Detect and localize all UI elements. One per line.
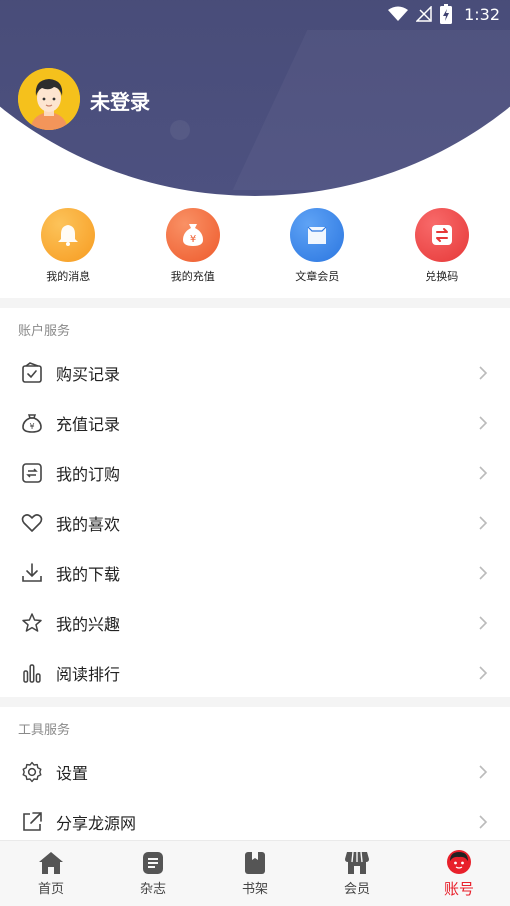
subscription-icon [20,461,44,485]
chevron-right-icon [479,666,488,680]
quick-messages-circle [41,208,96,262]
avatar-icon [18,68,80,130]
tab-magazine[interactable]: 杂志 [102,851,204,897]
tab-label: 书架 [241,881,268,897]
menu-settings[interactable]: 设置 [0,747,510,797]
quick-article-member[interactable]: 文章会员 [262,208,372,288]
status-bar: 1:32 [0,0,510,28]
tab-bookshelf[interactable]: 书架 [204,851,306,897]
section-title-tools: 工具服务 [18,723,71,738]
menu-recharge-record[interactable]: ¥ 充值记录 [0,398,510,448]
bell-icon [58,225,79,246]
menu-interests[interactable]: 我的兴趣 [0,598,510,648]
quick-label: 兑换码 [425,270,459,283]
share-icon [20,810,44,834]
menu-purchase-record[interactable]: 购买记录 [0,348,510,398]
quick-recharge-circle: ¥ [165,208,220,262]
status-time: 1:32 [464,4,500,24]
quick-label: 我的充值 [170,270,215,283]
menu-subscription[interactable]: 我的订购 [0,448,510,498]
menu-label: 购买记录 [56,365,121,384]
quick-redeem-code-circle [414,208,469,262]
heart-icon [20,511,44,535]
menu-label: 我的喜欢 [56,515,121,534]
quick-article-member-circle [290,208,345,262]
chevron-right-icon [479,616,488,630]
signal-icon [416,6,432,22]
recharge-record-icon: ¥ [20,411,44,435]
quick-actions: 我的消息 ¥ 我的充值 文章会员 兑换码 [0,208,510,288]
svg-text:¥: ¥ [29,422,34,431]
account-icon [447,849,471,874]
tab-home[interactable]: 首页 [0,851,102,897]
star-icon [20,611,44,635]
chevron-right-icon [479,765,488,779]
menu-label: 分享龙源网 [56,814,137,833]
exchange-icon [431,225,452,245]
menu-label: 阅读排行 [56,665,121,684]
chevron-right-icon [479,366,488,380]
chevron-right-icon [479,566,488,580]
tab-member[interactable]: 会员 [306,851,408,897]
svg-text:¥: ¥ [190,234,196,245]
avatar[interactable] [18,68,80,130]
purchase-record-icon [20,361,44,385]
quick-recharge[interactable]: ¥ 我的充值 [138,208,248,288]
section-title-account: 账户服务 [18,324,71,339]
download-icon [20,561,44,585]
quick-messages[interactable]: 我的消息 [13,208,123,288]
battery-icon [440,4,453,24]
menu-downloads[interactable]: 我的下载 [0,548,510,598]
chevron-right-icon [479,466,488,480]
tab-label: 首页 [37,881,64,897]
member-icon [345,851,369,874]
tab-label: 杂志 [139,881,166,897]
menu-label: 设置 [56,764,89,783]
home-icon [39,851,63,874]
chevron-right-icon [479,516,488,530]
tab-label: 账号 [443,879,474,898]
menu-label: 我的下载 [56,565,121,584]
menu-reading-rank[interactable]: 阅读排行 [0,648,510,698]
magazine-icon [143,851,163,874]
bar-chart-icon [20,661,44,685]
money-bag-icon: ¥ [182,224,203,246]
tab-account[interactable]: 账号 [408,849,510,899]
quick-label: 我的消息 [46,270,91,283]
menu-likes[interactable]: 我的喜欢 [0,498,510,548]
menu-label: 我的兴趣 [56,615,121,634]
login-text[interactable]: 未登录 [90,86,150,115]
chevron-right-icon [479,815,488,829]
bottom-tab-bar: 首页 杂志 书架 会员 账号 [0,840,510,906]
bag-icon [307,226,327,244]
wifi-icon [388,6,409,21]
menu-label: 充值记录 [56,415,121,434]
header-decoration-dot [170,120,190,140]
section-divider [0,697,510,707]
section-divider [0,298,510,308]
tab-label: 会员 [343,881,370,897]
chevron-right-icon [479,416,488,430]
quick-label: 文章会员 [295,270,340,283]
quick-redeem-code[interactable]: 兑换码 [387,208,497,288]
settings-icon [20,760,44,784]
bookshelf-icon [245,851,265,874]
menu-label: 我的订购 [56,465,121,484]
